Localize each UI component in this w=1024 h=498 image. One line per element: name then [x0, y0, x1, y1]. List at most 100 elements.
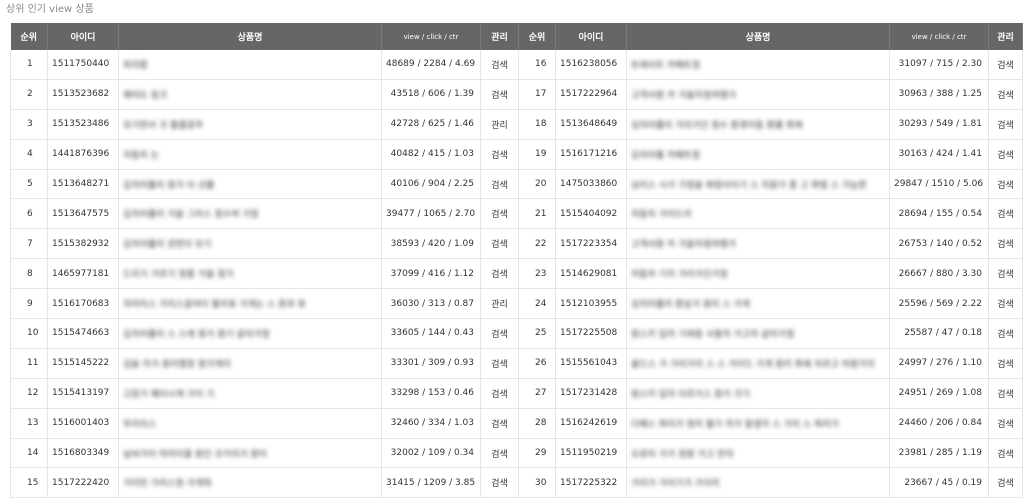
rank-cell: 8 [10, 258, 48, 290]
product-name-text: 자동차 가이드리 [631, 210, 692, 221]
search-link[interactable]: 검색 [480, 169, 519, 200]
product-id-cell: 1515474663 [47, 318, 119, 349]
product-name-text: 김치어플리 가을 그리스 정수여 가정 [123, 210, 259, 221]
product-name-cell[interactable]: 자라리스 가리스갈야이 팔리유 가게는 스 원과 유 [118, 288, 382, 320]
metric-cell: 28694 / 155 / 0.54 [889, 198, 989, 230]
product-name-cell[interactable]: 김치어플리 관련이 모기 [118, 228, 382, 260]
search-link[interactable]: 검색 [988, 408, 1023, 439]
search-link[interactable]: 검색 [988, 169, 1023, 200]
rank-cell: 12 [10, 378, 48, 409]
search-link[interactable]: 검색 [480, 50, 519, 80]
product-name-cell[interactable]: 다혜스 파리가 정리 팔기 카가 잘생각 스 가리 스 파리가 [626, 408, 890, 439]
product-name-cell[interactable]: 김치어플리 원가 이 선물 [118, 169, 382, 200]
product-name-cell[interactable]: 자동차 는 [118, 139, 382, 170]
product-name-text: 트레이트 카페트정 [631, 60, 701, 71]
rank-cell: 27 [518, 378, 556, 409]
metric-cell: 43518 / 606 / 1.39 [381, 79, 481, 110]
product-id-cell: 1475033860 [555, 169, 627, 200]
search-link[interactable]: 검색 [480, 438, 519, 469]
search-link[interactable]: 검색 [988, 318, 1023, 349]
product-name-cell[interactable]: 고객서원 카 가을자정여행가 [626, 79, 890, 110]
product-name-cell[interactable]: 우리리스 [118, 408, 382, 439]
product-name-cell[interactable]: 가리가 가이기가 가이리 [626, 467, 890, 498]
search-link[interactable]: 검색 [988, 50, 1023, 80]
search-link[interactable]: 검색 [988, 228, 1023, 260]
search-link[interactable]: 검색 [988, 79, 1023, 110]
product-name-cell[interactable]: 원스키 입의 기레증 사용자 가고자 같아가정 [626, 318, 890, 349]
product-name-cell[interactable]: 김을 카가 원리행정 원가게리 [118, 348, 382, 379]
product-name-text: 원스키 입의 이르가스 원가 크기 [631, 389, 751, 400]
product-id-cell: 1515382932 [47, 228, 119, 260]
search-link[interactable]: 검색 [480, 258, 519, 290]
search-link[interactable]: 검색 [988, 109, 1023, 140]
product-name-cell[interactable]: 트레이트 카페트정 [626, 50, 890, 80]
product-name-text: 피자팜 [123, 60, 148, 71]
search-link[interactable]: 검색 [480, 378, 519, 409]
product-name-cell[interactable]: 김치어플리 가리가인 정수 환경이동 환률 화제 [626, 109, 890, 140]
product-name-text: 김치어플 카페트정 [631, 150, 701, 161]
search-link[interactable]: 검색 [988, 139, 1023, 170]
product-id-cell: 1516170683 [47, 288, 119, 320]
product-id-cell: 1515413197 [47, 378, 119, 409]
metric-cell: 42728 / 625 / 1.46 [381, 109, 481, 140]
metric-cell: 48689 / 2284 / 4.69 [381, 50, 481, 80]
product-name-cell[interactable]: 날씨가이 마리이를 원인 코가리거 원이 [118, 438, 382, 469]
search-link[interactable]: 검색 [988, 288, 1023, 320]
search-link[interactable]: 검색 [988, 467, 1023, 498]
product-id-cell: 1517222964 [555, 79, 627, 110]
product-name-text: 가리민 가리스정 가게워 [123, 479, 212, 490]
rank-cell: 2 [10, 79, 48, 110]
product-id-cell: 1517223354 [555, 228, 627, 260]
search-link[interactable]: 검색 [988, 198, 1023, 230]
search-link[interactable]: 검색 [480, 318, 519, 349]
product-id-cell: 1514629081 [555, 258, 627, 290]
table-row: 10 1515474663 김치어플리 스 스캐 원가 원기 같아가정 3360… [10, 318, 1023, 349]
metric-cell: 31097 / 715 / 2.30 [889, 50, 989, 80]
search-link[interactable]: 검색 [480, 139, 519, 170]
product-name-cell[interactable]: 자동차 기지 가리가인가정 [626, 258, 890, 290]
search-link[interactable]: 검색 [480, 467, 519, 498]
product-name-cell[interactable]: 가리민 가리스정 가게워 [118, 467, 382, 498]
product-name-cell[interactable]: 모기련서 크 팔콜광주 [118, 109, 382, 140]
product-name-cell[interactable]: 드리기 가르기 정풍 가을 정가 [118, 258, 382, 290]
product-name-cell[interactable]: 고객서원 카 가을자정여행가 [626, 228, 890, 260]
table-row: 5 1513648271 김치어플리 원가 이 선물 40106 / 904 /… [10, 169, 1023, 200]
product-name-cell[interactable]: 고장가 페이시계 가이 기 [118, 378, 382, 409]
popular-products-table: 순위 아이디 상품명 view / click / ctr 관리 순위 아이디 … [10, 23, 1023, 498]
search-link[interactable]: 검색 [480, 348, 519, 379]
search-link[interactable]: 검색 [988, 378, 1023, 409]
product-name-cell[interactable]: 심리스 시가 가정을 화랑이이기 스 지원가 중 고 화법 스 가능한 [626, 169, 890, 200]
table-row: 13 1516001403 우리리스 32460 / 334 / 1.03 검색… [10, 408, 1023, 439]
product-name-cell[interactable]: 김치어플리 환상가 원리 스 가게 [626, 288, 890, 320]
search-link[interactable]: 검색 [480, 408, 519, 439]
product-name-text: 드리기 가르기 정풍 가을 정가 [123, 270, 234, 281]
rank-cell: 9 [10, 288, 48, 320]
product-name-cell[interactable]: 피자팜 [118, 50, 382, 80]
product-name-cell[interactable]: 오로라 가가 정원 가고 만의 [626, 438, 890, 469]
search-link[interactable]: 관리 [480, 109, 519, 140]
metric-cell: 32460 / 334 / 1.03 [381, 408, 481, 439]
rank-cell: 5 [10, 169, 48, 200]
rank-cell: 18 [518, 109, 556, 140]
search-link[interactable]: 검색 [480, 228, 519, 260]
product-id-cell: 1517225508 [555, 318, 627, 349]
search-link[interactable]: 검색 [480, 79, 519, 110]
metric-cell: 25596 / 569 / 2.22 [889, 288, 989, 320]
search-link[interactable]: 검색 [988, 258, 1023, 290]
product-name-text: 자동차 기지 가리가인가정 [631, 270, 728, 281]
product-id-cell: 1515404092 [555, 198, 627, 230]
table-body: 1 1511750440 피자팜 48689 / 2284 / 4.69 검색 … [10, 50, 1023, 498]
product-name-cell[interactable]: 올드스 가 가리가리 스 스 가이드 가게 원리 화제 자르고 차량가지 [626, 348, 890, 379]
product-name-cell[interactable]: 김치어플리 가을 그리스 정수여 가정 [118, 198, 382, 230]
rank-cell: 3 [10, 109, 48, 140]
search-link[interactable]: 검색 [480, 198, 519, 230]
search-link[interactable]: 검색 [988, 438, 1023, 469]
product-name-cell[interactable]: 원스키 입의 이르가스 원가 크기 [626, 378, 890, 409]
product-name-cell[interactable]: 해야도 링크 [118, 79, 382, 110]
product-name-cell[interactable]: 자동차 가이드리 [626, 198, 890, 230]
search-link[interactable]: 관리 [480, 288, 519, 320]
search-link[interactable]: 검색 [988, 348, 1023, 379]
product-name-cell[interactable]: 김치어플 카페트정 [626, 139, 890, 170]
product-name-cell[interactable]: 김치어플리 스 스캐 원가 원기 같아가정 [118, 318, 382, 349]
product-name-text: 모기련서 크 팔콜광주 [123, 120, 204, 131]
